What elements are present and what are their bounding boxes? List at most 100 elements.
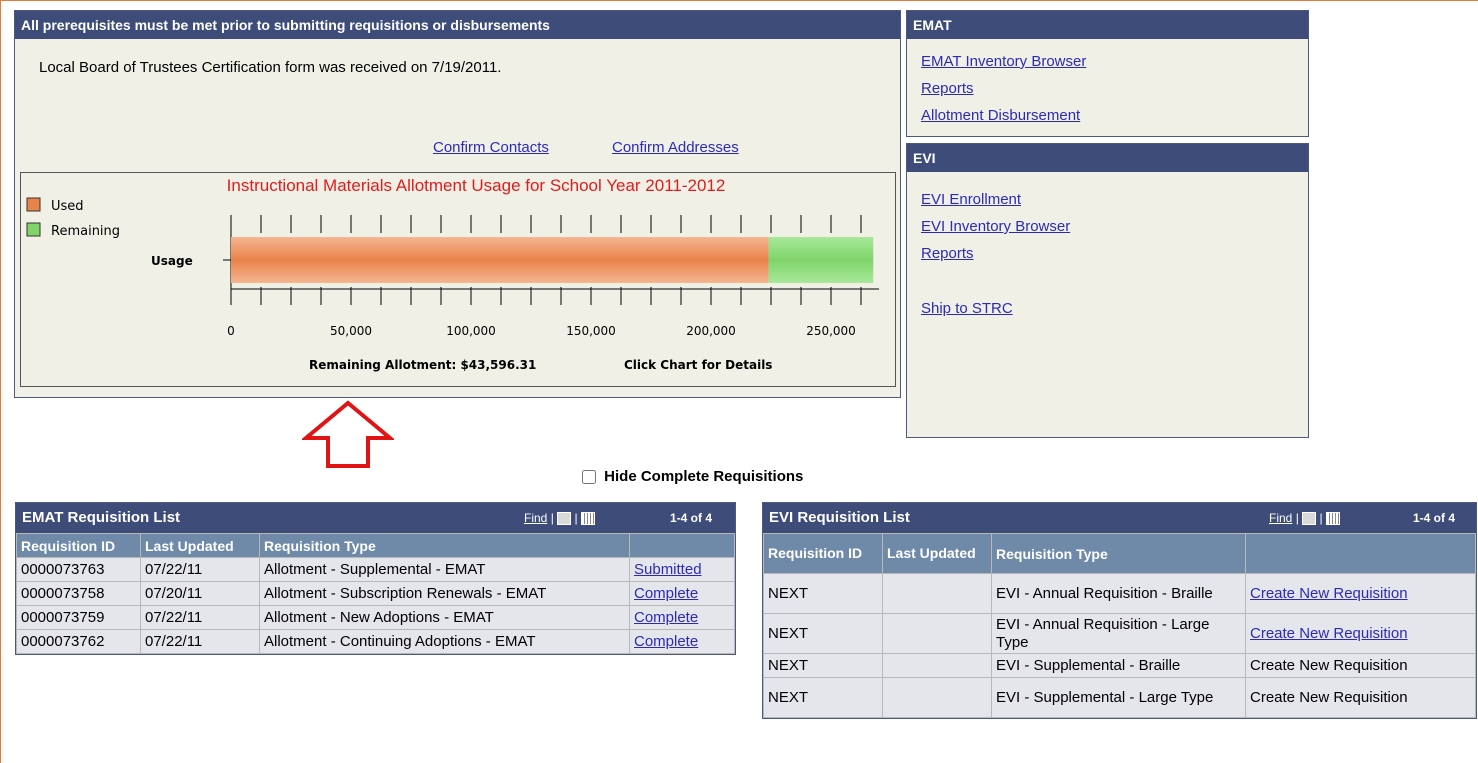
- requisition-id: NEXT: [763, 613, 883, 654]
- last-updated: 07/20/11: [140, 581, 260, 606]
- requisition-type: Allotment - New Adoptions - EMAT: [259, 605, 630, 630]
- emat-find-link[interactable]: Find: [524, 511, 547, 525]
- x-tick-label: 250,000: [806, 324, 856, 338]
- confirm-addresses-link[interactable]: Confirm Addresses: [612, 139, 739, 156]
- requisition-id: 0000073758: [16, 581, 141, 606]
- table-row: NEXT EVI - Annual Requisition - Large Ty…: [763, 613, 1476, 654]
- status-link[interactable]: Complete: [634, 609, 698, 626]
- last-updated: 07/22/11: [140, 605, 260, 630]
- evi-requisition-table: Requisition ID Last Updated Requisition …: [763, 533, 1476, 718]
- evi-find-link[interactable]: Find: [1269, 511, 1292, 525]
- status-link[interactable]: Complete: [634, 633, 698, 650]
- evi-reports-link[interactable]: Reports: [921, 245, 974, 262]
- create-new-requisition-text: Create New Requisition: [1245, 653, 1476, 678]
- evi-header: EVI: [907, 144, 1308, 172]
- requisition-id: NEXT: [763, 653, 883, 678]
- category-label: Usage: [151, 254, 193, 268]
- requisition-type: Allotment - Continuing Adoptions - EMAT: [259, 629, 630, 654]
- table-row: 0000073762 07/22/11 Allotment - Continui…: [16, 629, 735, 654]
- col-requisition-type: Requisition Type: [991, 533, 1246, 574]
- prerequisites-header: All prerequisites must be met prior to s…: [15, 11, 900, 39]
- emat-requisition-table: Requisition ID Last Updated Requisition …: [16, 533, 735, 654]
- evi-requisition-list: EVI Requisition List Find | | 1-4 of 4 R…: [762, 502, 1477, 719]
- emat-reports-link[interactable]: Reports: [921, 80, 974, 97]
- emat-list-header: EMAT Requisition List Find | | 1-4 of 4: [16, 503, 735, 533]
- legend-remaining-label: Remaining: [51, 224, 120, 239]
- download-grid-icon[interactable]: [580, 512, 595, 526]
- last-updated: [882, 613, 992, 654]
- emat-list-title: EMAT Requisition List: [22, 509, 181, 526]
- requisition-type: EVI - Supplemental - Large Type: [991, 677, 1246, 718]
- x-tick-label: 0: [227, 324, 235, 338]
- requisition-type: EVI - Annual Requisition - Braille: [991, 573, 1246, 614]
- create-new-requisition-link[interactable]: Create New Requisition: [1250, 585, 1408, 602]
- status-cell: Complete: [629, 581, 735, 606]
- hide-complete-label[interactable]: Hide Complete Requisitions: [604, 468, 803, 485]
- evi-enrollment-link[interactable]: EVI Enrollment: [921, 191, 1021, 208]
- emat-inventory-browser-link[interactable]: EMAT Inventory Browser: [921, 53, 1086, 70]
- x-tick-label: 100,000: [446, 324, 496, 338]
- x-tick-label: 200,000: [686, 324, 736, 338]
- status-link[interactable]: Complete: [634, 585, 698, 602]
- emat-requisition-list: EMAT Requisition List Find | | 1-4 of 4 …: [15, 502, 736, 655]
- requisition-type: Allotment - Supplemental - EMAT: [259, 557, 630, 582]
- legend-remaining-swatch: [26, 222, 41, 237]
- evi-list-title: EVI Requisition List: [769, 509, 910, 526]
- status-link[interactable]: Submitted: [634, 561, 702, 578]
- hide-complete-control: Hide Complete Requisitions: [582, 468, 803, 486]
- table-row: NEXT EVI - Annual Requisition - Braille …: [763, 573, 1476, 614]
- table-row: NEXT EVI - Supplemental - Braille Create…: [763, 653, 1476, 678]
- table-row: 0000073763 07/22/11 Allotment - Suppleme…: [16, 557, 735, 582]
- prerequisites-panel: All prerequisites must be met prior to s…: [14, 10, 901, 398]
- col-last-updated: Last Updated: [140, 533, 260, 558]
- allotment-chart[interactable]: Instructional Materials Allotment Usage …: [20, 172, 896, 387]
- col-last-updated: Last Updated: [882, 533, 992, 574]
- evi-list-range: 1-4 of 4: [1413, 511, 1456, 525]
- create-new-requisition-text: Create New Requisition: [1245, 677, 1476, 718]
- emat-header: EMAT: [907, 11, 1308, 39]
- x-tick-label: 50,000: [330, 324, 372, 338]
- view-all-icon[interactable]: [557, 512, 572, 526]
- evi-panel: EVI EVI Enrollment EVI Inventory Browser…: [906, 143, 1309, 438]
- chart-details-link: Click Chart for Details: [624, 358, 772, 372]
- emat-list-range: 1-4 of 4: [670, 511, 713, 525]
- x-tick-label: 150,000: [566, 324, 616, 338]
- requisition-id: 0000073759: [16, 605, 141, 630]
- confirm-contacts-link[interactable]: Confirm Contacts: [433, 139, 549, 156]
- last-updated: 07/22/11: [140, 629, 260, 654]
- action-cell: Create New Requisition: [1245, 613, 1476, 654]
- view-all-icon[interactable]: [1302, 512, 1317, 526]
- col-requisition-type: Requisition Type: [259, 533, 630, 558]
- last-updated: [882, 677, 992, 718]
- evi-list-header: EVI Requisition List Find | | 1-4 of 4: [763, 503, 1476, 533]
- col-action: [1245, 533, 1476, 574]
- bar-remaining: [768, 237, 874, 283]
- certification-message: Local Board of Trustees Certification fo…: [39, 59, 502, 76]
- col-requisition-id: Requisition ID: [16, 533, 141, 558]
- table-row: 0000073758 07/20/11 Allotment - Subscrip…: [16, 581, 735, 606]
- chart-plot[interactable]: Used Remaining Usage 0 50,000 100,000 150,0…: [21, 173, 895, 386]
- ship-to-strc-link[interactable]: Ship to STRC: [921, 300, 1013, 317]
- last-updated: 07/22/11: [140, 557, 260, 582]
- hide-complete-checkbox[interactable]: [582, 470, 596, 485]
- status-cell: Submitted: [629, 557, 735, 582]
- table-row: 0000073759 07/22/11 Allotment - New Adop…: [16, 605, 735, 630]
- download-grid-icon[interactable]: [1325, 512, 1340, 526]
- table-row: NEXT EVI - Supplemental - Large Type Cre…: [763, 677, 1476, 718]
- remaining-allotment-text: Remaining Allotment: $43,596.31: [309, 358, 536, 372]
- action-cell: Create New Requisition: [1245, 573, 1476, 614]
- status-cell: Complete: [629, 629, 735, 654]
- requisition-type: Allotment - Subscription Renewals - EMAT: [259, 581, 630, 606]
- evi-inventory-browser-link[interactable]: EVI Inventory Browser: [921, 218, 1070, 235]
- status-cell: Complete: [629, 605, 735, 630]
- legend-used-swatch: [26, 197, 41, 212]
- create-new-requisition-link[interactable]: Create New Requisition: [1250, 625, 1408, 642]
- bar-used: [231, 237, 769, 283]
- legend-used-label: Used: [51, 199, 84, 214]
- evi-list-tools: Find | |: [1269, 503, 1340, 533]
- last-updated: [882, 653, 992, 678]
- allotment-disbursement-link[interactable]: Allotment Disbursement: [921, 107, 1080, 124]
- requisition-id: NEXT: [763, 677, 883, 718]
- up-arrow-icon: [302, 400, 394, 468]
- requisition-id: 0000073762: [16, 629, 141, 654]
